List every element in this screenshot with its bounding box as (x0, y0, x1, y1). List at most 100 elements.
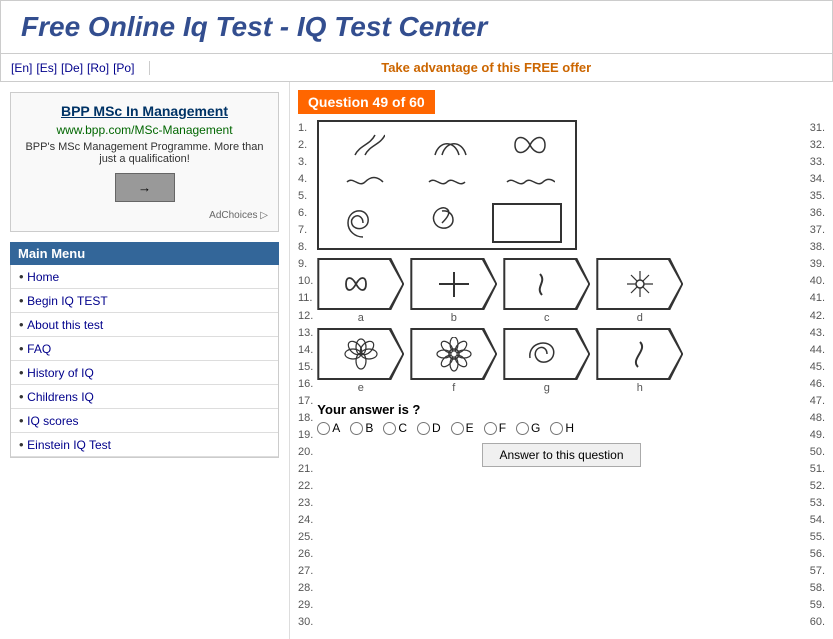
radio-d[interactable] (417, 422, 430, 435)
radio-label-h[interactable]: H (550, 421, 574, 435)
answer-svg-detailed-flower (424, 337, 484, 372)
answer-button[interactable]: Answer to this question (482, 443, 640, 467)
page-header: Free Online Iq Test - IQ Test Center (0, 0, 833, 54)
question-header: Question 49 of 60 (298, 90, 435, 114)
menu-item-einstein[interactable]: Einstein IQ Test (11, 433, 278, 457)
radio-label-f[interactable]: F (484, 421, 506, 435)
lang-es[interactable]: [Es] (36, 61, 57, 75)
answer-shape-b (410, 258, 497, 310)
pattern-svg-wave1 (345, 172, 385, 192)
menu-link-childrens[interactable]: Childrens IQ (27, 390, 94, 404)
radio-f[interactable] (484, 422, 497, 435)
answer-shape-g-inner (505, 330, 588, 378)
answer-option-a: a (317, 258, 404, 324)
pattern-row-1 (323, 127, 571, 162)
answer-label-b: b (410, 312, 497, 324)
answer-options-bottom: e (317, 328, 805, 394)
pattern-cell-1-1 (335, 127, 395, 162)
answer-label-h: h (596, 382, 683, 394)
radio-label-c[interactable]: C (383, 421, 407, 435)
answer-svg-flower (331, 337, 391, 372)
answer-svg-sunflower (610, 267, 670, 302)
navbar: [En] [Es] [De] [Ro] [Po] Take advantage … (0, 54, 833, 82)
answer-option-c: c (503, 258, 590, 324)
question-content: Question 49 of 60 1.2.3. 4.5.6. 7.8.9. 1… (290, 82, 833, 639)
answer-button-row: Answer to this question (317, 443, 805, 467)
language-links[interactable]: [En] [Es] [De] [Ro] [Po] (11, 61, 150, 75)
question-area: 1.2.3. 4.5.6. 7.8.9. 10.11.12. 13.14.15.… (298, 120, 825, 631)
main-menu: Main Menu Home Begin IQ TEST About this … (10, 242, 279, 458)
radio-a[interactable] (317, 422, 330, 435)
adchoices[interactable]: AdChoices ▷ (21, 210, 268, 221)
answer-shape-g (503, 328, 590, 380)
page-title: Free Online Iq Test - IQ Test Center (21, 11, 812, 43)
answer-shape-f-inner (412, 330, 495, 378)
answer-label-g: g (503, 382, 590, 394)
radio-label-g[interactable]: G (516, 421, 540, 435)
answer-option-b: b (410, 258, 497, 324)
radio-label-e[interactable]: E (451, 421, 474, 435)
menu-item-begin[interactable]: Begin IQ TEST (11, 289, 278, 313)
ad-url: www.bpp.com/MSc-Management (21, 123, 268, 137)
radio-label-d[interactable]: D (417, 421, 441, 435)
answer-option-f: f (410, 328, 497, 394)
main-content: BPP MSc In Management www.bpp.com/MSc-Ma… (0, 82, 833, 639)
pattern-row-3 (323, 203, 571, 243)
menu-link-faq[interactable]: FAQ (27, 342, 51, 356)
question-main: a b (317, 120, 805, 631)
pattern-svg-spiral1 (344, 207, 382, 239)
pattern-cell-3-1 (333, 205, 393, 240)
lang-de[interactable]: [De] (61, 61, 83, 75)
lang-en[interactable]: [En] (11, 61, 32, 75)
answer-shape-d-inner (598, 260, 681, 308)
radio-b[interactable] (350, 422, 363, 435)
menu-link-einstein[interactable]: Einstein IQ Test (27, 438, 111, 452)
answer-label-a: a (317, 312, 404, 324)
radio-label-b[interactable]: B (350, 421, 373, 435)
ad-description: BPP's MSc Management Programme. More tha… (21, 141, 268, 165)
offer-text: Take advantage of this FREE offer (150, 60, 822, 75)
pattern-cell-2-3 (500, 165, 560, 200)
radio-h[interactable] (550, 422, 563, 435)
ad-title[interactable]: BPP MSc In Management (21, 103, 268, 119)
pattern-svg-c-curve (427, 130, 467, 160)
your-answer-label: Your answer is ? (317, 402, 805, 417)
answer-shape-c (503, 258, 590, 310)
sidebar: BPP MSc In Management www.bpp.com/MSc-Ma… (0, 82, 290, 639)
answer-shape-e (317, 328, 404, 380)
menu-item-history[interactable]: History of IQ (11, 361, 278, 385)
answer-shape-c-inner (505, 260, 588, 308)
answer-label-c: c (503, 312, 590, 324)
answer-svg-infinity (331, 267, 391, 302)
ad-arrow-button[interactable]: → (115, 173, 175, 202)
right-numbers: 31.32.33. 34.35.36. 37.38.39. 40.41.42. … (806, 120, 825, 631)
menu-header: Main Menu (10, 242, 279, 265)
pattern-svg-spiral2 (423, 207, 461, 239)
left-numbers: 1.2.3. 4.5.6. 7.8.9. 10.11.12. 13.14.15.… (298, 120, 317, 631)
radio-c[interactable] (383, 422, 396, 435)
answer-shape-e-inner (319, 330, 402, 378)
radio-g[interactable] (516, 422, 529, 435)
answer-shape-d (596, 258, 683, 310)
answer-svg-scurve (517, 267, 577, 302)
radio-e[interactable] (451, 422, 464, 435)
menu-link-begin[interactable]: Begin IQ TEST (27, 294, 107, 308)
answer-shape-a (317, 258, 404, 310)
answer-label-f: f (410, 382, 497, 394)
menu-link-history[interactable]: History of IQ (27, 366, 94, 380)
menu-item-childrens[interactable]: Childrens IQ (11, 385, 278, 409)
answer-shape-h-inner (598, 330, 681, 378)
menu-item-home[interactable]: Home (11, 265, 278, 289)
lang-ro[interactable]: [Ro] (87, 61, 109, 75)
lang-po[interactable]: [Po] (113, 61, 134, 75)
menu-item-faq[interactable]: FAQ (11, 337, 278, 361)
radio-label-a[interactable]: A (317, 421, 340, 435)
menu-link-about[interactable]: About this test (27, 318, 103, 332)
pattern-svg-s-curve (345, 130, 385, 160)
menu-link-scores[interactable]: IQ scores (27, 414, 78, 428)
menu-item-about[interactable]: About this test (11, 313, 278, 337)
answer-option-e: e (317, 328, 404, 394)
menu-link-home[interactable]: Home (27, 270, 59, 284)
menu-item-scores[interactable]: IQ scores (11, 409, 278, 433)
pattern-cell-1-2 (417, 127, 477, 162)
